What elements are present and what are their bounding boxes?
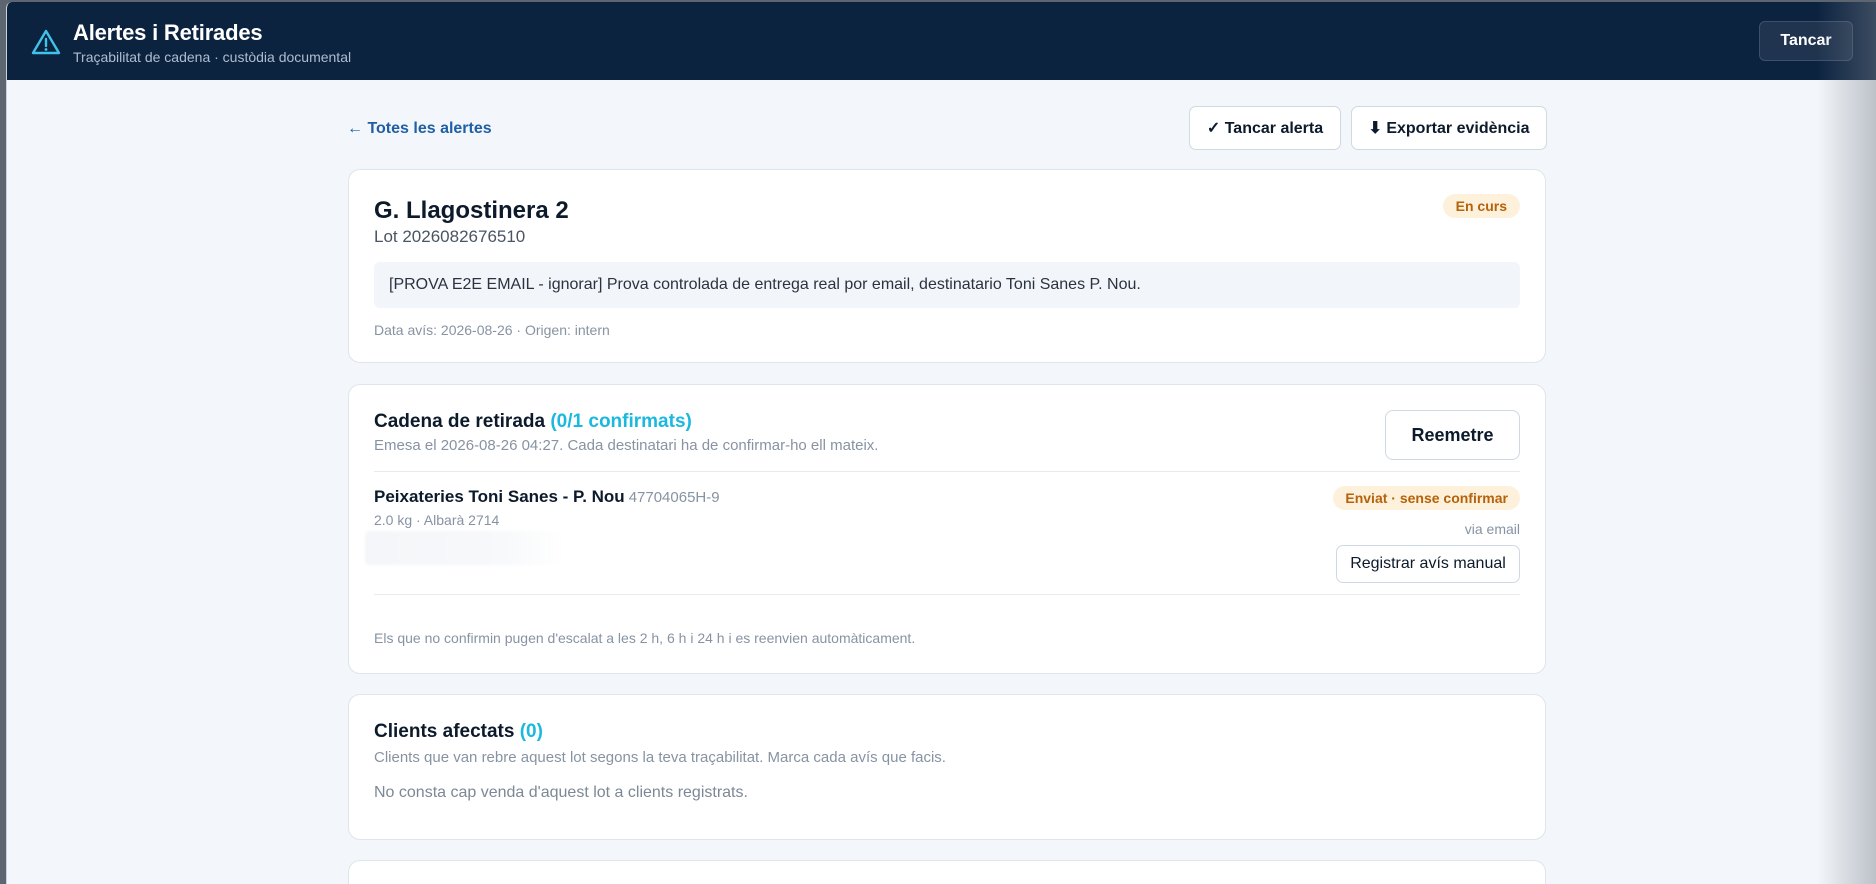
affected-clients-card: Clients afectats (0) Clients que van reb… [348, 694, 1546, 840]
close-alert-button[interactable]: ✓ Tancar alerta [1189, 106, 1341, 150]
recipient-name: Peixateries Toni Sanes - P. Nou [374, 487, 625, 506]
chain-footer-note: Els que no confirmin pugen d'escalat a l… [374, 630, 916, 646]
close-modal-button[interactable]: Tancar [1759, 21, 1853, 61]
clients-empty-state: No consta cap venda d'aquest lot a clien… [374, 784, 748, 801]
header-titles: Alertes i Retirades Traçabilitat de cade… [73, 20, 351, 65]
modal-title: Alertes i Retirades [73, 20, 263, 45]
alert-toolbar: ← Totes les alertes ✓ Tancar alerta ⬇ Ex… [347, 106, 1547, 152]
recipient-status-badge: Enviat · sense confirmar [1333, 486, 1520, 510]
alert-summary-card: G. Llagostinera 2 Lot 2026082676510 En c… [348, 169, 1546, 363]
alert-lot: Lot 2026082676510 [374, 227, 526, 246]
divider [374, 594, 1520, 595]
export-evidence-button[interactable]: ⬇ Exportar evidència [1351, 106, 1547, 150]
recipient-id: 47704065H-9 [628, 489, 720, 506]
divider [374, 471, 1520, 472]
clients-title-text: Clients afectats [374, 721, 515, 742]
recall-chain-card: Cadena de retirada (0/1 confirmats) Emes… [348, 384, 1546, 674]
modal-subtitle: Traçabilitat de cadena · custòdia docume… [73, 49, 352, 65]
modal-header: Alertes i Retirades Traçabilitat de cade… [7, 2, 1876, 80]
edge-shadow [1817, 2, 1876, 884]
chain-confirmed-count: (0/1 confirmats) [550, 411, 692, 432]
recipient-details: 2.0 kg · Albarà 2714 [374, 512, 500, 528]
redacted-field [365, 531, 565, 565]
clients-subtitle: Clients que van rebre aquest lot segons … [374, 749, 946, 766]
clients-title: Clients afectats (0) [374, 721, 543, 743]
alert-title: G. Llagostinera 2 [374, 197, 569, 224]
chain-title: Cadena de retirada (0/1 confirmats) [374, 411, 692, 433]
clients-count: (0) [519, 721, 543, 742]
chain-subtitle: Emesa el 2026-08-26 04:27. Cada destinat… [374, 437, 879, 454]
alert-note: [PROVA E2E EMAIL - ignorar] Prova contro… [374, 262, 1520, 308]
chain-title-text: Cadena de retirada [374, 411, 546, 432]
alerts-modal: Alertes i Retirades Traçabilitat de cade… [6, 2, 1876, 884]
recipient-channel: via email [1464, 521, 1520, 537]
next-card [348, 860, 1546, 884]
register-manual-notice-button[interactable]: Registrar avís manual [1336, 545, 1520, 583]
status-badge: En curs [1442, 194, 1520, 218]
warning-triangle-icon [31, 29, 61, 55]
recipient-name-line: Peixateries Toni Sanes - P. Nou 47704065H… [374, 487, 720, 507]
alert-meta: Data avís: 2026-08-26 · Origen: intern [374, 322, 610, 338]
resend-button[interactable]: Reemetre [1385, 410, 1520, 460]
back-to-alerts-link[interactable]: ← Totes les alertes [347, 120, 492, 138]
